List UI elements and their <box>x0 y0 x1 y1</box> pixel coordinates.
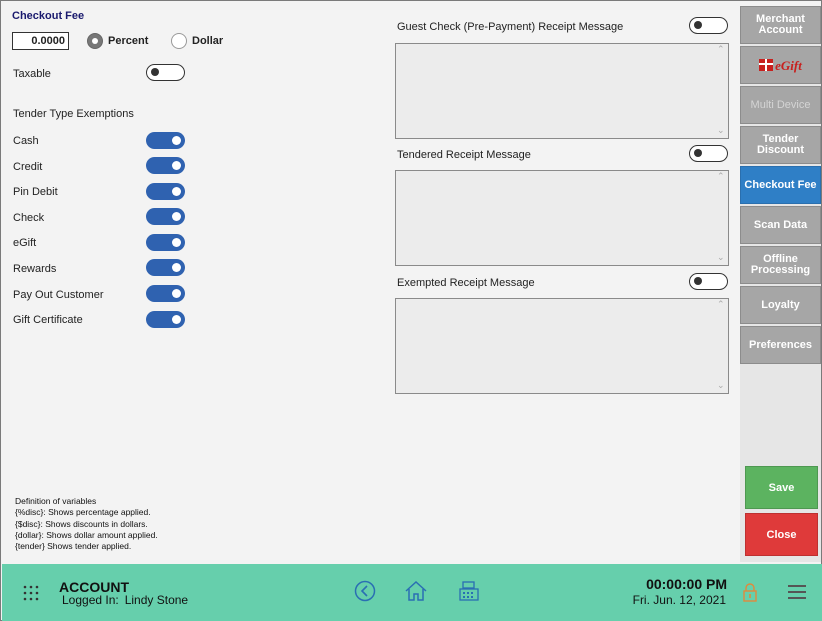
exemption-label-credit: Credit <box>13 161 43 173</box>
nav-multi-device[interactable]: Multi Device <box>740 86 821 124</box>
scroll-up-icon[interactable]: ⌃ <box>717 44 725 55</box>
guest-check-message-textarea[interactable] <box>395 43 729 139</box>
variables-heading: Definition of variables <box>15 496 97 506</box>
exempted-message-textarea[interactable] <box>395 298 729 394</box>
percent-radio[interactable]: Percent <box>87 33 148 49</box>
nav-tender-discount[interactable]: Tender Discount <box>740 126 821 164</box>
nav-merchant-account[interactable]: Merchant Account <box>740 6 821 44</box>
apps-grid-icon[interactable] <box>23 585 39 601</box>
exempted-message-toggle[interactable] <box>689 273 728 290</box>
tendered-message-label: Tendered Receipt Message <box>397 149 531 161</box>
tender-exemptions-heading: Tender Type Exemptions <box>13 108 134 120</box>
radio-selected-icon <box>87 33 103 49</box>
nav-scan-data[interactable]: Scan Data <box>740 206 821 244</box>
scroll-down-icon[interactable]: ⌄ <box>717 252 725 263</box>
exemption-label-check: Check <box>13 212 45 224</box>
register-icon[interactable] <box>458 580 480 602</box>
variable-line: {%disc}: Shows percentage applied. <box>15 507 151 518</box>
percent-label: Percent <box>108 35 149 47</box>
variable-line: {$disc}: Shows discounts in dollars. <box>15 518 148 529</box>
exempted-message-label: Exempted Receipt Message <box>397 277 535 289</box>
logged-in-label: Logged In: <box>62 593 119 607</box>
scroll-up-icon[interactable]: ⌃ <box>717 299 725 310</box>
taxable-label: Taxable <box>13 68 51 80</box>
exemption-toggle-cash[interactable] <box>146 132 185 149</box>
footer-bar: ACCOUNT Logged In: Lindy Stone 00:00:00 P… <box>2 564 822 621</box>
scroll-down-icon[interactable]: ⌄ <box>717 125 725 136</box>
save-button[interactable]: Save <box>745 466 818 509</box>
close-button[interactable]: Close <box>745 513 818 556</box>
taxable-toggle[interactable] <box>146 64 185 81</box>
scroll-up-icon[interactable]: ⌃ <box>717 171 725 182</box>
fee-amount-input[interactable]: 0.0000 <box>12 32 69 50</box>
nav-checkout-fee[interactable]: Checkout Fee <box>740 166 821 204</box>
exemption-label-cash: Cash <box>13 135 39 147</box>
clock-time: 00:00:00 PM <box>646 576 727 592</box>
exemption-toggle-pin-debit[interactable] <box>146 183 185 200</box>
back-icon[interactable] <box>354 580 376 602</box>
menu-icon[interactable] <box>788 585 806 599</box>
clock-date: Fri. Jun. 12, 2021 <box>632 593 726 607</box>
exemption-label-pay-out-customer: Pay Out Customer <box>13 289 104 301</box>
egift-logo: eGift <box>759 57 802 73</box>
radio-unselected-icon <box>171 33 187 49</box>
dollar-radio[interactable]: Dollar <box>171 33 223 49</box>
egift-logo-text: eGift <box>775 57 802 73</box>
nav-preferences[interactable]: Preferences <box>740 326 821 364</box>
tendered-message-toggle[interactable] <box>689 145 728 162</box>
tendered-message-textarea[interactable] <box>395 170 729 266</box>
exemption-label-egift: eGift <box>13 237 37 249</box>
variable-line: {dollar}: Shows dollar amount applied. <box>15 529 158 540</box>
guest-check-message-label: Guest Check (Pre-Payment) Receipt Messag… <box>397 21 624 33</box>
exemption-toggle-check[interactable] <box>146 208 185 225</box>
nav-egift[interactable]: eGift <box>740 46 821 84</box>
nav-offline-processing[interactable]: Offline Processing <box>740 246 821 284</box>
exemption-label-gift-certificate: Gift Certificate <box>13 314 83 326</box>
checkout-fee-screen: Checkout Fee 0.0000 Percent Dollar Taxab… <box>0 0 822 621</box>
user-name: Lindy Stone <box>124 593 189 607</box>
lock-icon[interactable] <box>742 582 758 602</box>
variable-line: {tender} Shows tender applied. <box>15 541 132 552</box>
variables-definition: Definition of variables {%disc}: Shows p… <box>15 496 158 552</box>
section-title: Checkout Fee <box>12 10 85 22</box>
guest-check-message-toggle[interactable] <box>689 17 728 34</box>
nav-loyalty[interactable]: Loyalty <box>740 286 821 324</box>
exemption-toggle-egift[interactable] <box>146 234 185 251</box>
exemption-toggle-gift-certificate[interactable] <box>146 311 185 328</box>
exemption-label-pin-debit: Pin Debit <box>13 186 58 198</box>
exemption-toggle-credit[interactable] <box>146 157 185 174</box>
exemption-toggle-pay-out-customer[interactable] <box>146 285 185 302</box>
dollar-label: Dollar <box>192 35 224 47</box>
home-icon[interactable] <box>404 580 428 602</box>
gift-box-icon <box>759 59 774 71</box>
exemption-label-rewards: Rewards <box>13 263 57 275</box>
logged-in-info: Logged In: Lindy Stone <box>62 593 188 607</box>
scroll-down-icon[interactable]: ⌄ <box>717 380 725 391</box>
exemption-toggle-rewards[interactable] <box>146 259 185 276</box>
